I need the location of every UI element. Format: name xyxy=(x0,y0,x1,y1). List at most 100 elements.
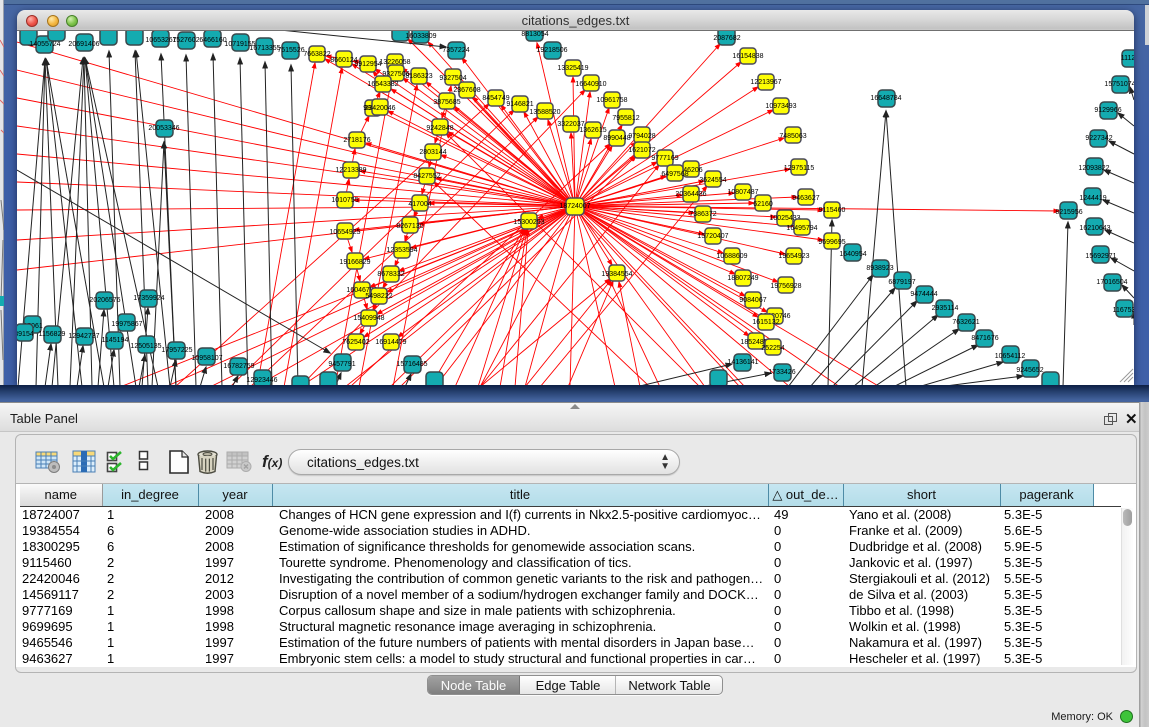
svg-text:2367608: 2367608 xyxy=(453,87,480,94)
svg-text:2803144: 2803144 xyxy=(419,149,446,156)
svg-text:12975115: 12975115 xyxy=(784,165,815,172)
svg-text:12213967: 12213967 xyxy=(750,79,781,86)
svg-text:9327504: 9327504 xyxy=(439,75,466,82)
svg-text:9699695: 9699695 xyxy=(818,239,845,246)
svg-text:17016504: 17016504 xyxy=(1096,279,1127,286)
svg-text:15300293: 15300293 xyxy=(513,219,544,226)
svg-text:18724007: 18724007 xyxy=(559,203,590,210)
svg-text:13325419: 13325419 xyxy=(557,65,588,72)
svg-text:20691406: 20691406 xyxy=(68,41,99,48)
svg-text:16543382: 16543382 xyxy=(367,81,398,88)
svg-text:16648784: 16648784 xyxy=(870,95,901,102)
svg-text:12942737: 12942737 xyxy=(68,333,99,340)
svg-text:1615132: 1615132 xyxy=(752,319,779,326)
svg-text:19654923: 19654923 xyxy=(778,253,809,260)
svg-text:1244419: 1244419 xyxy=(1079,195,1106,202)
svg-text:15751074: 15751074 xyxy=(1104,81,1134,88)
svg-text:7515526: 7515526 xyxy=(277,47,304,54)
svg-text:7955812: 7955812 xyxy=(612,115,639,122)
svg-text:15716485: 15716485 xyxy=(396,361,427,368)
svg-text:9474444: 9474444 xyxy=(910,291,937,298)
svg-text:3875685: 3875685 xyxy=(433,99,460,106)
svg-text:20053346: 20053346 xyxy=(148,125,179,132)
svg-text:2087682: 2087682 xyxy=(713,35,740,42)
svg-text:14055724: 14055724 xyxy=(29,41,60,48)
svg-text:16154838: 16154838 xyxy=(732,53,763,60)
svg-text:9457791: 9457791 xyxy=(328,361,355,368)
svg-text:8938923: 8938923 xyxy=(866,265,893,272)
svg-text:1156829: 1156829 xyxy=(39,331,66,338)
svg-text:19384554: 19384554 xyxy=(601,271,632,278)
svg-text:8912954: 8912954 xyxy=(354,61,381,68)
svg-text:17957225: 17957225 xyxy=(161,347,192,354)
svg-text:10807487: 10807487 xyxy=(727,189,758,196)
svg-text:10958107: 10958107 xyxy=(191,355,222,362)
svg-text:18807249: 18807249 xyxy=(727,275,758,282)
svg-text:12093822: 12093822 xyxy=(1078,165,1109,172)
svg-text:10688609: 10688609 xyxy=(716,253,747,260)
svg-text:19756928: 19756928 xyxy=(770,283,801,290)
svg-text:9129966: 9129966 xyxy=(1094,107,1121,114)
svg-text:7663822: 7663822 xyxy=(303,51,330,58)
svg-text:15720407: 15720407 xyxy=(697,233,728,240)
svg-text:1733426: 1733426 xyxy=(768,369,795,376)
svg-text:8427552: 8427552 xyxy=(413,173,440,180)
svg-text:20364436: 20364436 xyxy=(675,191,706,198)
svg-text:7357224: 7357224 xyxy=(442,47,469,54)
svg-text:15692971: 15692971 xyxy=(1085,253,1116,260)
svg-text:8215956: 8215956 xyxy=(1055,209,1082,216)
svg-text:1621072: 1621072 xyxy=(628,147,655,154)
svg-text:15409948: 15409948 xyxy=(353,315,384,322)
svg-text:19166829: 19166829 xyxy=(339,259,370,266)
svg-text:8678332: 8678332 xyxy=(377,271,404,278)
svg-text:5498222: 5498222 xyxy=(365,293,392,300)
svg-text:8471676: 8471676 xyxy=(971,335,998,342)
svg-text:8186323: 8186323 xyxy=(405,73,432,80)
svg-text:3624554: 3624554 xyxy=(699,177,726,184)
svg-text:10654112: 10654112 xyxy=(995,353,1026,360)
svg-text:16914479: 16914479 xyxy=(375,339,406,346)
svg-text:16782759: 16782759 xyxy=(223,363,254,370)
svg-text:9227342: 9227342 xyxy=(1085,135,1112,142)
svg-text:8990448: 8990448 xyxy=(603,135,630,142)
svg-text:2935114: 2935114 xyxy=(932,305,959,312)
svg-text:7386372: 7386372 xyxy=(689,211,716,218)
svg-text:12353594: 12353594 xyxy=(386,247,417,254)
svg-text:417004: 417004 xyxy=(408,201,431,208)
svg-text:16033809: 16033809 xyxy=(405,33,436,40)
svg-text:10973493: 10973493 xyxy=(765,103,796,110)
svg-text:8813054: 8813054 xyxy=(521,31,548,38)
svg-text:12505135: 12505135 xyxy=(130,343,161,350)
svg-text:9146821: 9146821 xyxy=(506,101,533,108)
svg-text:11124: 11124 xyxy=(1121,55,1134,62)
svg-text:62160: 62160 xyxy=(753,201,773,208)
svg-text:16713355: 16713355 xyxy=(249,45,280,52)
svg-text:17359924: 17359924 xyxy=(133,295,164,302)
svg-text:19218506: 19218506 xyxy=(536,47,567,54)
svg-text:16640910: 16640910 xyxy=(575,81,606,88)
svg-text:9084067: 9084067 xyxy=(739,297,766,304)
svg-text:9245652: 9245652 xyxy=(1016,367,1043,374)
svg-text:12923446: 12923446 xyxy=(246,377,277,384)
svg-text:12213389: 12213389 xyxy=(335,167,366,174)
svg-text:39154: 39154 xyxy=(17,331,34,338)
svg-text:7625402: 7625402 xyxy=(342,339,369,346)
svg-text:16210643: 16210643 xyxy=(1079,225,1110,232)
svg-text:10654925: 10654925 xyxy=(329,229,360,236)
svg-text:9115460: 9115460 xyxy=(819,207,846,214)
svg-text:9242848: 9242848 xyxy=(426,125,453,132)
svg-text:6466160: 6466160 xyxy=(199,37,226,44)
svg-text:23420046: 23420046 xyxy=(364,105,395,112)
svg-text:6497568: 6497568 xyxy=(661,171,688,178)
svg-text:9794028: 9794028 xyxy=(628,133,655,140)
svg-text:1362615: 1362615 xyxy=(579,127,606,134)
svg-text:9463627: 9463627 xyxy=(792,195,819,202)
svg-text:16495794: 16495794 xyxy=(786,225,817,232)
svg-text:13588520: 13588520 xyxy=(529,109,560,116)
svg-text:19975867: 19975867 xyxy=(111,321,142,328)
svg-text:116753: 116753 xyxy=(1113,307,1134,314)
svg-text:1145194: 1145194 xyxy=(102,337,129,344)
svg-text:1640954: 1640954 xyxy=(839,251,866,258)
svg-text:20206576: 20206576 xyxy=(89,297,120,304)
svg-text:7485063: 7485063 xyxy=(779,133,806,140)
